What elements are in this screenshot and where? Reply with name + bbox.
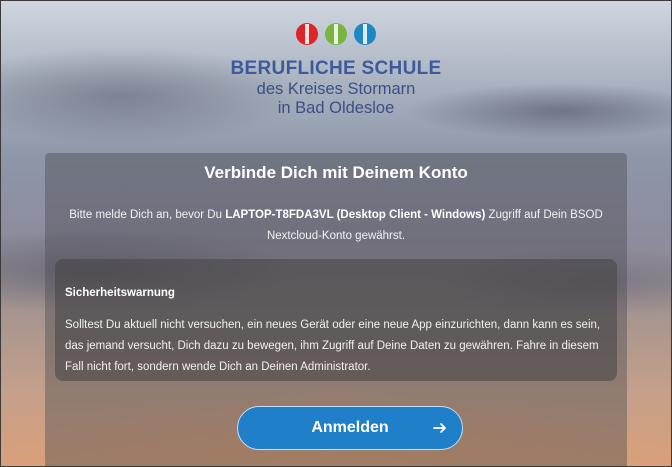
login-button[interactable]: Anmelden <box>237 406 463 450</box>
warning-text: Solltest Du aktuell nicht versuchen, ein… <box>65 319 601 373</box>
school-location: in Bad Oldesloe <box>277 99 395 117</box>
client-name: LAPTOP-T8FDA3VL (Desktop Client - Window… <box>225 209 486 221</box>
login-page: BERUFLICHE SCHULE des Kreises Stormarn i… <box>0 0 672 467</box>
card-title: Verbinde Dich mit Deinem Konto <box>204 163 468 182</box>
three-circles-logo-icon <box>296 23 376 45</box>
security-warning-box: Sicherheitswarnung Solltest Du aktuell n… <box>55 259 617 381</box>
description-text-before: Bitte melde Dich an, bevor Du <box>69 209 226 221</box>
warning-title: Sicherheitswarnung <box>65 287 175 299</box>
school-district: des Kreises Stormarn <box>256 80 416 98</box>
school-logo <box>294 21 378 52</box>
arrow-right-icon <box>433 423 446 433</box>
login-button-label: Anmelden <box>311 419 389 436</box>
school-name: BERUFLICHE SCHULE <box>230 58 442 79</box>
card-description: Bitte melde Dich an, bevor Du LAPTOP-T8F… <box>57 205 615 247</box>
school-header: BERUFLICHE SCHULE des Kreises Stormarn i… <box>1 21 671 118</box>
